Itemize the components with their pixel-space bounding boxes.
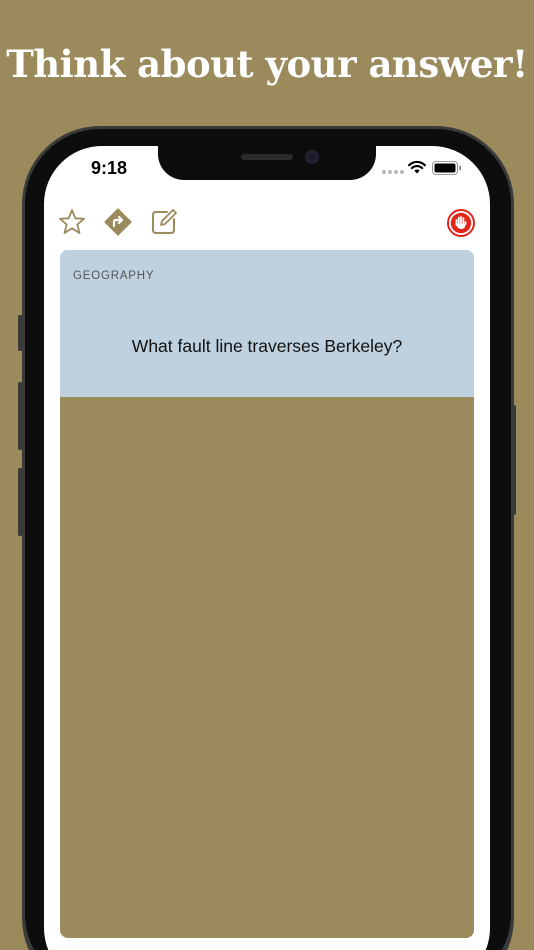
question-card[interactable]: GEOGRAPHY What fault line traverses Berk… — [60, 250, 474, 938]
edit-icon[interactable] — [150, 208, 178, 236]
headline: Think about your answer! — [6, 42, 528, 86]
signal-icon — [382, 170, 404, 174]
battery-icon — [432, 161, 461, 175]
share-arrow-icon[interactable] — [104, 208, 132, 236]
notch — [158, 146, 376, 180]
question-panel: GEOGRAPHY What fault line traverses Berk… — [60, 250, 474, 397]
question-text: What fault line traverses Berkeley? — [131, 336, 403, 356]
stop-hand-icon[interactable] — [446, 208, 476, 238]
wifi-icon — [408, 160, 426, 174]
category-label: GEOGRAPHY — [73, 270, 155, 282]
phone-screen: 9:18 GEOGRAPHY What fault line traverses… — [44, 146, 490, 950]
speaker — [241, 154, 293, 160]
status-time: 9:18 — [91, 158, 128, 178]
star-icon[interactable] — [58, 208, 86, 236]
front-camera — [305, 150, 319, 164]
